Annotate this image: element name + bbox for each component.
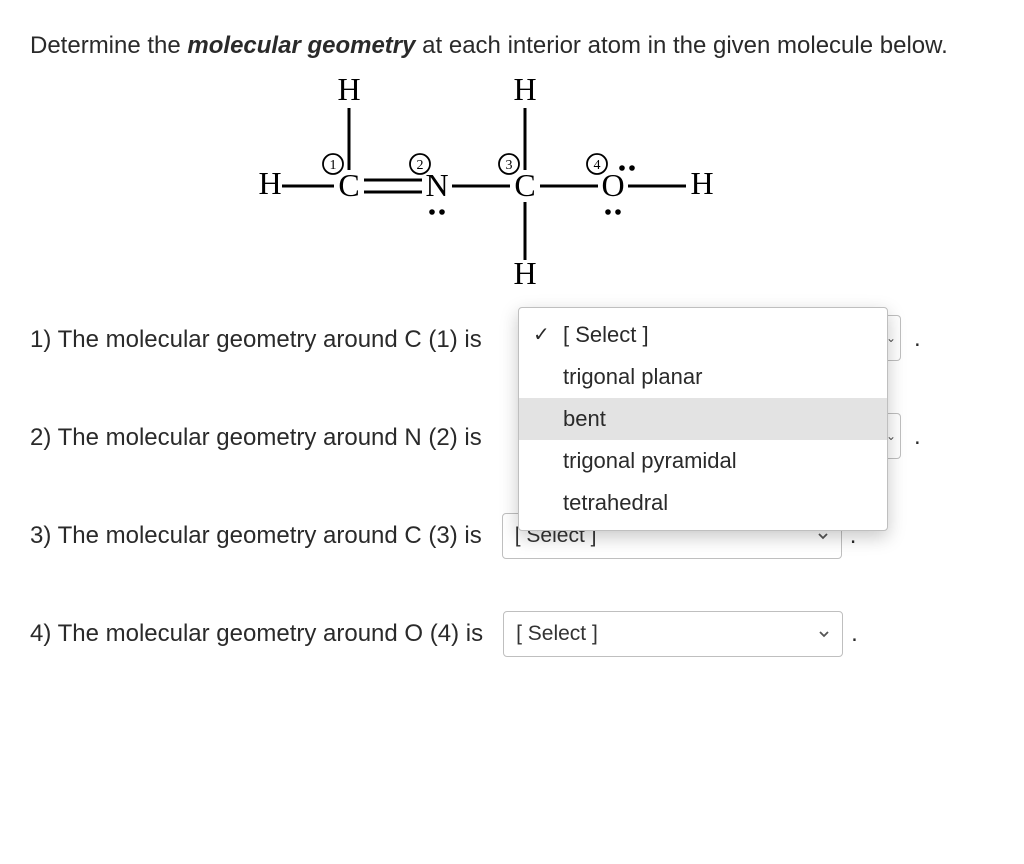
dropdown-option-trigonal-pyramidal[interactable]: trigonal pyramidal (519, 440, 887, 482)
select-4-value: [ Select ] (516, 622, 598, 646)
question-1-text: 1) The molecular geometry around C (1) i… (30, 326, 482, 354)
svg-text:2: 2 (417, 158, 424, 173)
svg-text:H: H (690, 165, 713, 201)
dropdown-option-trigonal-planar[interactable]: trigonal planar (519, 356, 887, 398)
prompt-emphasis: molecular geometry (187, 32, 415, 59)
svg-text:C: C (338, 167, 359, 203)
question-row-1: 1) The molecular geometry around C (1) i… (30, 315, 994, 365)
svg-text:3: 3 (506, 158, 513, 173)
question-4-text: 4) The molecular geometry around O (4) i… (30, 620, 483, 648)
svg-text:O: O (601, 167, 624, 203)
svg-text:N: N (425, 167, 448, 203)
select-2-sliver[interactable]: ⌄ (887, 413, 901, 459)
svg-text:4: 4 (594, 158, 601, 173)
dropdown-panel[interactable]: [ Select ] trigonal planar bent trigonal… (518, 307, 888, 531)
svg-text:H: H (337, 72, 360, 107)
molecule-structure: H H H H C N C (252, 72, 772, 297)
questions-block: 1) The molecular geometry around C (1) i… (30, 315, 994, 659)
prompt-post: at each interior atom in the given molec… (416, 32, 948, 59)
svg-text:H: H (258, 165, 281, 201)
select-4[interactable]: [ Select ] (503, 611, 843, 657)
svg-text:C: C (514, 167, 535, 203)
chevron-down-icon (818, 628, 830, 640)
chevron-down-icon (817, 530, 829, 542)
prompt-pre: Determine the (30, 32, 187, 59)
question-3-text: 3) The molecular geometry around C (3) i… (30, 522, 482, 550)
svg-text:H: H (513, 72, 536, 107)
dropdown-option-tetrahedral[interactable]: tetrahedral (519, 482, 887, 524)
select-1-sliver[interactable]: ⌄ (887, 315, 901, 361)
dropdown-option-select[interactable]: [ Select ] (519, 314, 887, 356)
dropdown-option-bent[interactable]: bent (519, 398, 887, 440)
question-row-4: 4) The molecular geometry around O (4) i… (30, 609, 994, 659)
row-4-period: . (851, 620, 858, 648)
row-1-period: . (914, 325, 921, 353)
question-prompt: Determine the molecular geometry at each… (30, 28, 994, 64)
question-2-text: 2) The molecular geometry around N (2) i… (30, 424, 482, 452)
svg-text:1: 1 (330, 158, 337, 173)
svg-text:H: H (513, 255, 536, 291)
row-2-period: . (914, 423, 921, 451)
